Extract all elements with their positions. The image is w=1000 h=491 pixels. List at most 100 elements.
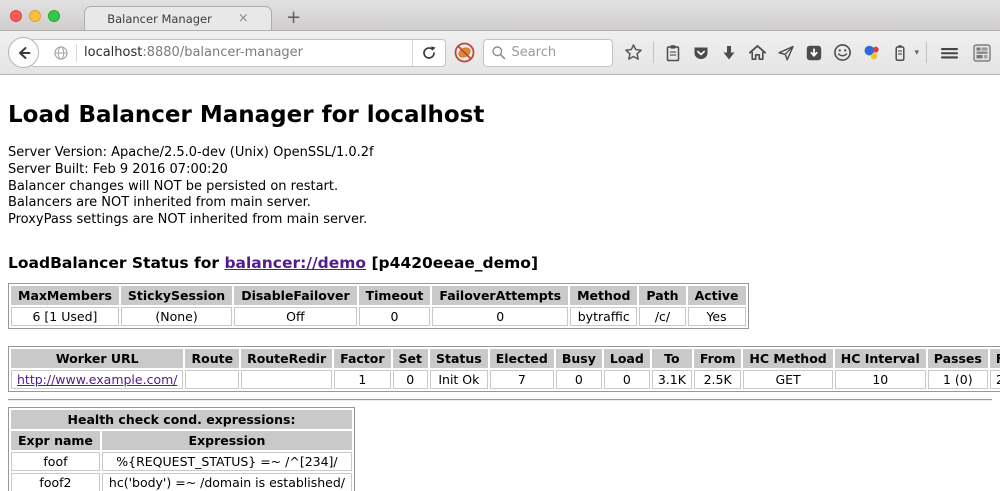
- browser-window: Balancer Manager × + localhost:8880/bala…: [0, 0, 1000, 491]
- elected-cell: 7: [490, 370, 554, 389]
- download-icon[interactable]: [720, 44, 738, 62]
- window-controls: [10, 10, 60, 22]
- expr-name-cell: foof: [11, 452, 100, 471]
- method-cell: bytraffic: [570, 307, 637, 326]
- table-row: foof %{REQUEST_STATUS} =~ /^[234]/: [11, 452, 352, 471]
- column-header: Status: [430, 349, 488, 368]
- load-cell: 0: [604, 370, 650, 389]
- column-header: Factor: [334, 349, 390, 368]
- toolbar-right: [926, 42, 992, 63]
- to-cell: 3.1K: [652, 370, 692, 389]
- proxypass-note-line: ProxyPass settings are NOT inherited fro…: [8, 212, 992, 229]
- toolbar-divider: [926, 42, 927, 63]
- status-heading-prefix: LoadBalancer Status for: [8, 254, 224, 272]
- column-header: Route: [185, 349, 239, 368]
- colordots-icon[interactable]: [862, 43, 881, 62]
- close-window-button[interactable]: [10, 10, 22, 22]
- server-built-line: Server Built: Feb 9 2016 07:00:20: [8, 162, 992, 179]
- smiley-icon[interactable]: [833, 43, 852, 62]
- zoom-window-button[interactable]: [48, 10, 60, 22]
- balancers-note-line: Balancers are NOT inherited from main se…: [8, 195, 992, 212]
- expression-cell: %{REQUEST_STATUS} =~ /^[234]/: [102, 452, 352, 471]
- url-path: :8880/balancer-manager: [142, 45, 303, 60]
- column-header: RouteRedir: [241, 349, 332, 368]
- battery-icon[interactable]: [891, 44, 909, 62]
- globe-icon: [53, 45, 69, 61]
- column-header: Set: [393, 349, 428, 368]
- active-cell: Yes: [688, 307, 746, 326]
- back-icon: [16, 45, 32, 61]
- toolbar-icons: ▾: [624, 42, 919, 63]
- url-text[interactable]: localhost:8880/balancer-manager: [84, 45, 412, 60]
- column-header: Active: [688, 286, 746, 305]
- minimize-window-button[interactable]: [29, 10, 41, 22]
- column-header: MaxMembers: [11, 286, 119, 305]
- health-table-title: Health check cond. expressions:: [11, 410, 352, 429]
- column-header: HC Interval: [835, 349, 926, 368]
- worker-url-link[interactable]: http://www.example.com/: [17, 372, 177, 387]
- hc-method-cell: GET: [743, 370, 832, 389]
- loadbalancer-status-heading: LoadBalancer Status for balancer://demo …: [8, 254, 992, 272]
- extension-square-icon[interactable]: [805, 44, 823, 62]
- urlbar-divider: [76, 44, 77, 62]
- grid-icon[interactable]: [972, 43, 992, 63]
- column-header: Load: [604, 349, 650, 368]
- new-tab-button[interactable]: +: [286, 9, 301, 27]
- worker-table: Worker URL Route RouteRedir Factor Set S…: [8, 346, 1000, 392]
- menu-icon[interactable]: [939, 44, 960, 62]
- column-header: Path: [639, 286, 685, 305]
- sticky-session-cell: (None): [121, 307, 232, 326]
- tab-close-icon[interactable]: ×: [238, 12, 249, 25]
- column-header: To: [652, 349, 692, 368]
- balancer-demo-link[interactable]: balancer://demo: [224, 254, 366, 272]
- column-header: Timeout: [359, 286, 431, 305]
- route-cell: [185, 370, 239, 389]
- url-bar[interactable]: localhost:8880/balancer-manager: [30, 39, 446, 67]
- table-row: http://www.example.com/ 1 0 Init Ok 7 0 …: [11, 370, 1000, 389]
- worker-url-cell: http://www.example.com/: [11, 370, 183, 389]
- table-header-row: MaxMembers StickySession DisableFailover…: [11, 286, 746, 305]
- max-members-cell: 6 [1 Used]: [11, 307, 119, 326]
- search-bar[interactable]: [483, 39, 613, 67]
- navigation-toolbar: localhost:8880/balancer-manager: [0, 31, 1000, 75]
- column-header: Passes: [928, 349, 988, 368]
- reload-button[interactable]: [412, 40, 445, 66]
- page-content: Load Balancer Manager for localhost Serv…: [0, 75, 1000, 491]
- from-cell: 2.5K: [694, 370, 742, 389]
- search-input[interactable]: [511, 45, 595, 60]
- reload-icon: [421, 45, 437, 61]
- clipboard-icon[interactable]: [664, 44, 682, 62]
- send-icon[interactable]: [777, 44, 795, 62]
- column-header: FailoverAttempts: [432, 286, 568, 305]
- bookmark-star-icon[interactable]: [624, 43, 643, 62]
- expr-name-cell: foof2: [11, 473, 100, 491]
- column-header: Expr name: [11, 431, 100, 450]
- timeout-cell: 0: [359, 307, 431, 326]
- status-heading-suffix: [p4420eeae_demo]: [366, 254, 538, 272]
- balancer-settings-table: MaxMembers StickySession DisableFailover…: [8, 283, 749, 329]
- column-header: Fails: [990, 349, 1000, 368]
- persist-note-line: Balancer changes will NOT be persisted o…: [8, 179, 992, 196]
- tab-balancer-manager[interactable]: Balancer Manager ×: [84, 6, 272, 30]
- toolbar-divider: [653, 42, 654, 63]
- flashblock-icon[interactable]: [453, 41, 476, 64]
- chevron-down-icon[interactable]: ▾: [914, 48, 919, 58]
- pocket-icon[interactable]: [692, 44, 710, 62]
- table-row: 6 [1 Used] (None) Off 0 0 bytraffic /c/ …: [11, 307, 746, 326]
- table-title-row: Health check cond. expressions:: [11, 410, 352, 429]
- table-header-row: Worker URL Route RouteRedir Factor Set S…: [11, 349, 1000, 368]
- column-header: From: [694, 349, 742, 368]
- back-button[interactable]: [8, 37, 39, 68]
- home-icon[interactable]: [748, 43, 767, 62]
- tab-title: Balancer Manager: [107, 12, 212, 26]
- fails-cell: 2 (0): [990, 370, 1000, 389]
- table-row: foof2 hc('body') =~ /domain is establish…: [11, 473, 352, 491]
- column-header: Busy: [556, 349, 602, 368]
- column-header: DisableFailover: [234, 286, 356, 305]
- route-redir-cell: [241, 370, 332, 389]
- disable-failover-cell: Off: [234, 307, 356, 326]
- server-version-line: Server Version: Apache/2.5.0-dev (Unix) …: [8, 145, 992, 162]
- search-icon: [491, 45, 506, 60]
- passes-cell: 1 (0): [928, 370, 988, 389]
- column-header: HC Method: [743, 349, 832, 368]
